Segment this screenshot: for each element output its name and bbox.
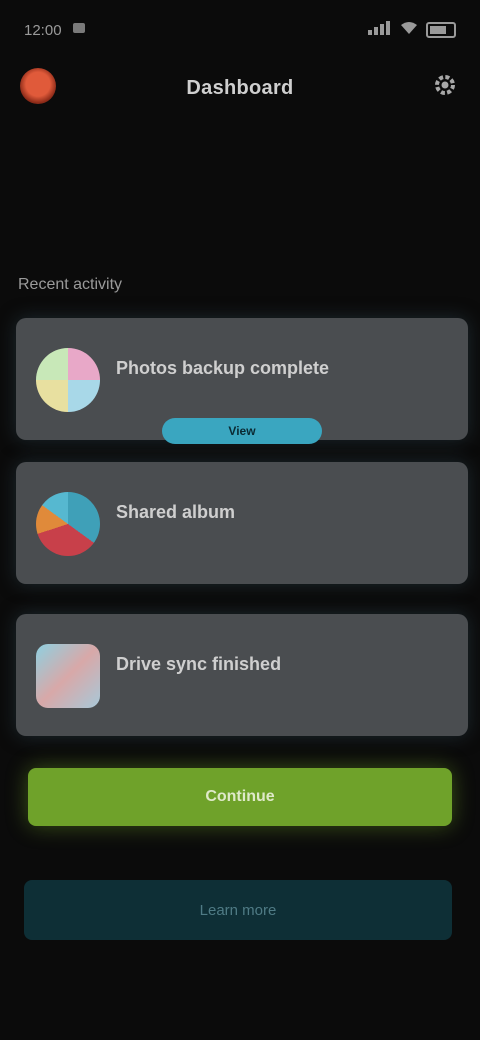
activity-card-album[interactable]: Shared album: [16, 462, 468, 584]
battery-icon: [426, 22, 456, 38]
gear-icon: [433, 73, 457, 102]
card-title: Drive sync finished: [116, 654, 282, 674]
wifi-icon: [400, 21, 418, 39]
page-title: Dashboard: [186, 76, 294, 99]
status-left: 12:00: [24, 21, 86, 39]
activity-card-drive[interactable]: Drive sync finished: [16, 614, 468, 736]
drive-icon: [36, 644, 100, 708]
card-title: Photos backup complete: [116, 358, 330, 378]
settings-button[interactable]: [430, 72, 460, 102]
learn-more-button[interactable]: Learn more: [24, 880, 452, 940]
status-bar: 12:00: [0, 0, 480, 60]
pie-album-icon: [36, 492, 100, 556]
photos-icon: [36, 348, 100, 412]
app-header: Dashboard: [0, 60, 480, 116]
status-time: 12:00: [24, 21, 62, 39]
status-right: [368, 21, 456, 39]
app-logo-icon[interactable]: [20, 68, 56, 104]
continue-button[interactable]: Continue: [28, 768, 452, 826]
notification-icon: [72, 21, 86, 39]
card-title: Shared album: [116, 502, 236, 522]
view-button[interactable]: View: [162, 418, 322, 444]
signal-icon: [368, 21, 392, 39]
activity-card-photos[interactable]: Photos backup complete View: [16, 318, 468, 444]
section-title: Recent activity: [18, 276, 123, 293]
